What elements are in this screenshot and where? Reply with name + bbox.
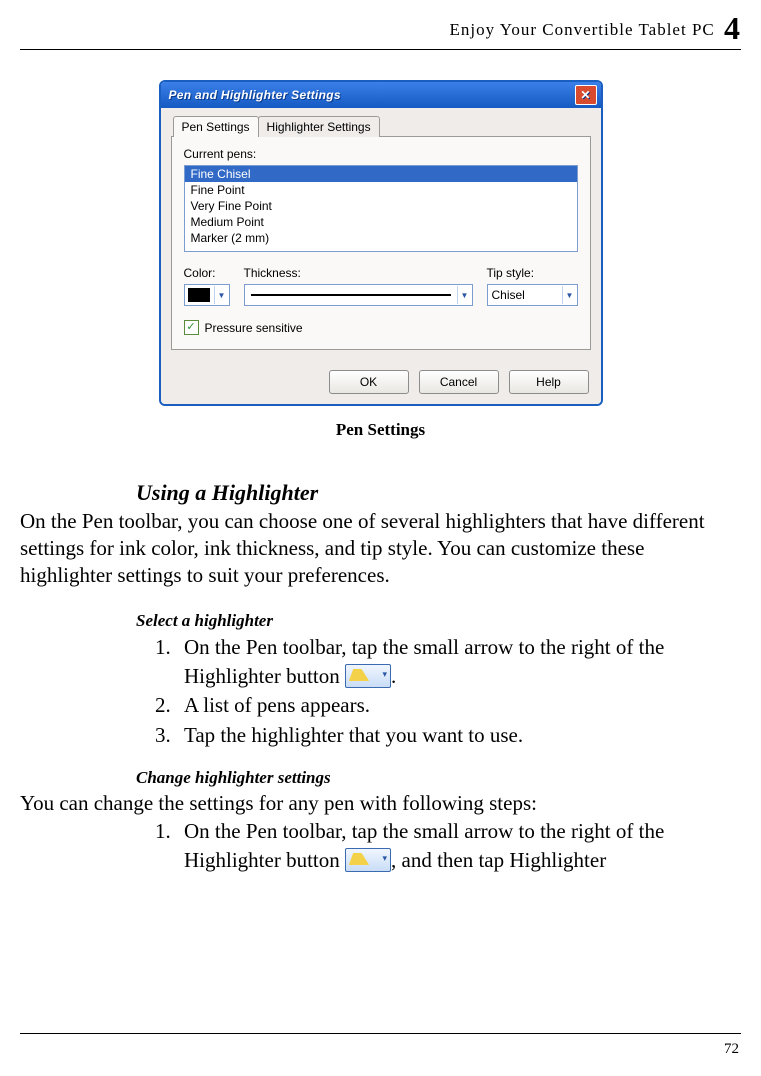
dialog-figure: Pen and Highlighter Settings ✕ Pen Setti…: [20, 80, 741, 406]
figure-caption: Pen Settings: [20, 420, 741, 440]
subsection-heading-select: Select a highlighter: [136, 611, 741, 631]
list-item[interactable]: Fine Point: [185, 182, 577, 198]
section-heading: Using a Highlighter: [136, 480, 741, 506]
cancel-button[interactable]: Cancel: [419, 370, 499, 394]
dialog-title-text: Pen and Highlighter Settings: [169, 88, 341, 102]
pen-listbox[interactable]: Fine Chisel Fine Point Very Fine Point M…: [184, 165, 578, 252]
list-item[interactable]: Very Fine Point: [185, 198, 577, 214]
chapter-number: 4: [724, 10, 741, 46]
chapter-title: Enjoy Your Convertible Tablet PC: [450, 20, 715, 39]
color-swatch: [188, 288, 210, 302]
list-item[interactable]: Medium Point: [185, 214, 577, 230]
pen-settings-dialog: Pen and Highlighter Settings ✕ Pen Setti…: [159, 80, 603, 406]
tip-style-label: Tip style:: [487, 266, 578, 280]
running-header: Enjoy Your Convertible Tablet PC 4: [20, 10, 741, 50]
highlighter-button-icon: [345, 848, 391, 872]
close-icon[interactable]: ✕: [575, 85, 597, 105]
thickness-preview: [251, 294, 451, 296]
tab-panel: Current pens: Fine Chisel Fine Point Ver…: [171, 136, 591, 350]
list-item[interactable]: Fine Chisel: [185, 166, 577, 182]
chevron-down-icon: ▼: [214, 286, 229, 304]
subsection-heading-change: Change highlighter settings: [136, 768, 741, 788]
change-highlighter-steps: On the Pen toolbar, tap the small arrow …: [136, 817, 731, 876]
tip-style-value: Chisel: [492, 288, 562, 302]
section-body: On the Pen toolbar, you can choose one o…: [20, 508, 741, 589]
thickness-dropdown[interactable]: ▼: [244, 284, 473, 306]
tab-highlighter-settings[interactable]: Highlighter Settings: [258, 116, 380, 137]
select-highlighter-steps: On the Pen toolbar, tap the small arrow …: [136, 633, 731, 751]
list-item: On the Pen toolbar, tap the small arrow …: [176, 817, 731, 876]
tip-style-dropdown[interactable]: Chisel ▼: [487, 284, 578, 306]
list-item: On the Pen toolbar, tap the small arrow …: [176, 633, 731, 692]
page-number: 72: [724, 1041, 739, 1058]
highlighter-button-icon: [345, 664, 391, 688]
color-label: Color:: [184, 266, 230, 280]
ok-button[interactable]: OK: [329, 370, 409, 394]
help-button[interactable]: Help: [509, 370, 589, 394]
dialog-titlebar: Pen and Highlighter Settings ✕: [161, 82, 601, 108]
list-item[interactable]: Marker (2 mm): [185, 230, 577, 246]
tab-pen-settings[interactable]: Pen Settings: [173, 116, 259, 137]
chevron-down-icon: ▼: [562, 286, 577, 304]
current-pens-label: Current pens:: [184, 147, 578, 161]
pressure-checkbox[interactable]: ✓: [184, 320, 199, 335]
list-item: Tap the highlighter that you want to use…: [176, 721, 731, 750]
tab-strip: Pen Settings Highlighter Settings: [173, 116, 591, 137]
thickness-label: Thickness:: [244, 266, 473, 280]
pressure-label: Pressure sensitive: [205, 321, 303, 335]
color-dropdown[interactable]: ▼: [184, 284, 230, 306]
subsection-intro: You can change the settings for any pen …: [20, 790, 741, 817]
chevron-down-icon: ▼: [457, 286, 472, 304]
footer-rule: [20, 1033, 741, 1034]
list-item: A list of pens appears.: [176, 691, 731, 720]
dialog-button-row: OK Cancel Help: [161, 360, 601, 404]
